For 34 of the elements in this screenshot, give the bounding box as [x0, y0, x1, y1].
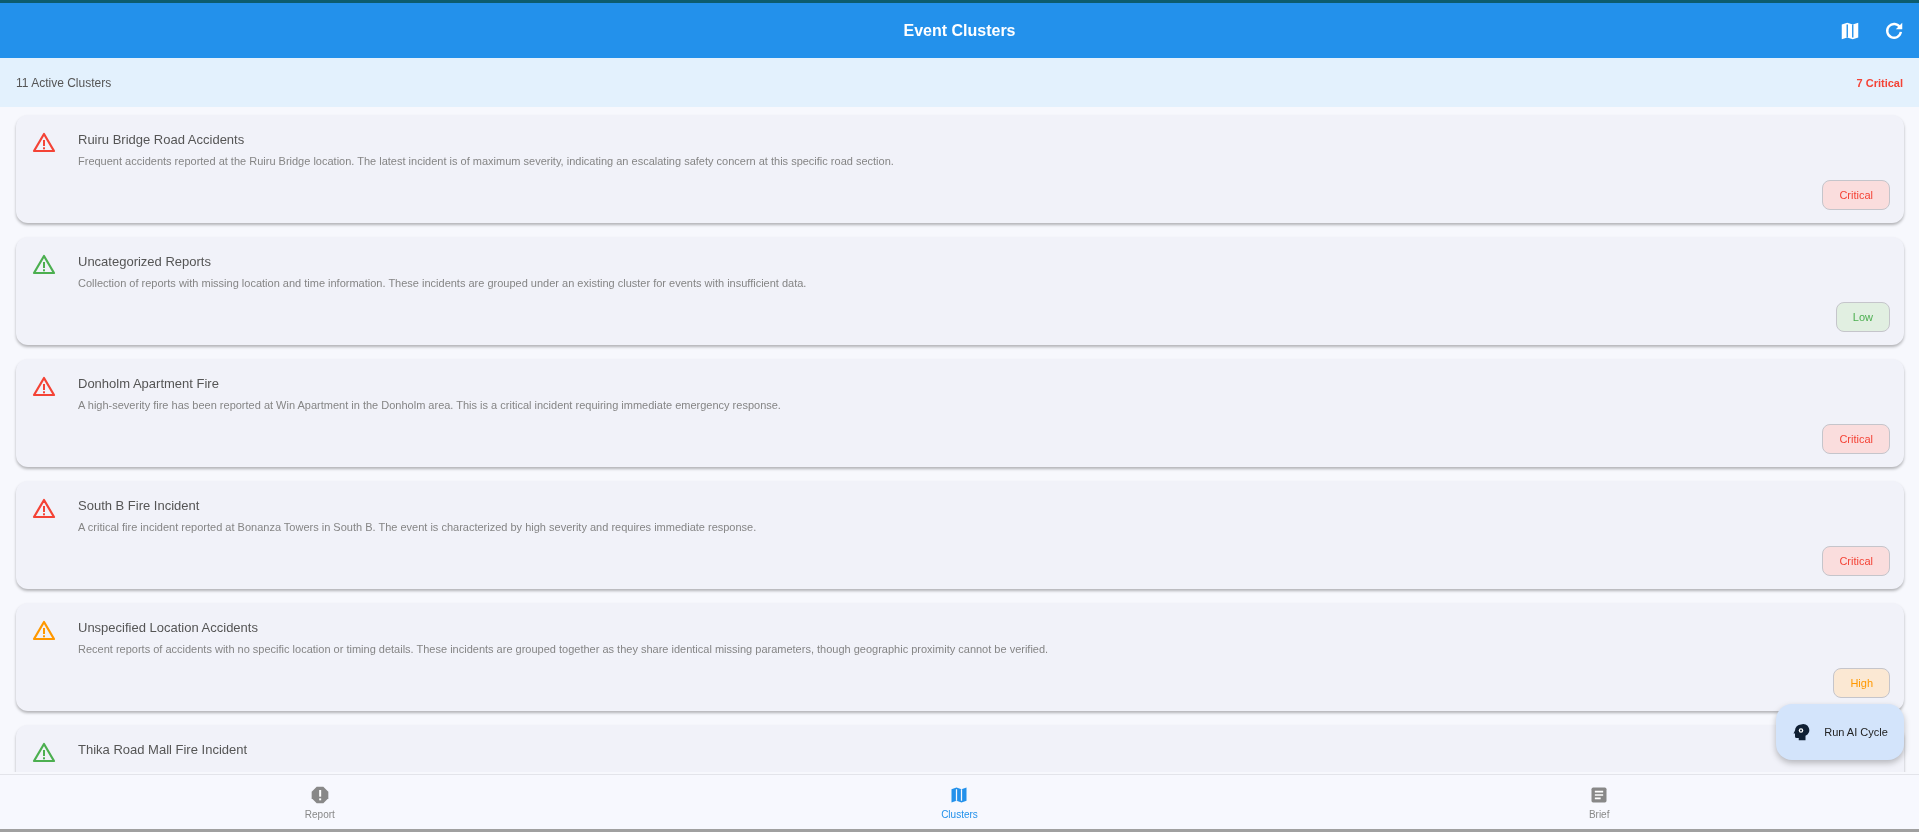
nav-tab[interactable]: Report — [0, 775, 640, 829]
active-count: 11 Active Clusters — [16, 75, 112, 90]
app-title: Event Clusters — [903, 21, 1016, 40]
cluster-title: Ruiru Bridge Road Accidents — [78, 132, 246, 147]
critical-count: 7 Critical — [1856, 76, 1903, 89]
warning-icon — [32, 497, 56, 521]
severity-chip[interactable]: Critical — [1822, 180, 1890, 210]
head-gear-icon — [1792, 723, 1811, 741]
severity-chip[interactable]: Critical — [1822, 546, 1890, 576]
cluster-title: Thika Road Mall Fire Incident — [78, 742, 249, 757]
cluster-description: Frequent accidents reported at the Ruiru Bridge location. The latest incident is of maximum severity, indicating an escalating safety concern at this specific road section. — [78, 155, 895, 167]
warning-icon — [32, 741, 56, 765]
severity-chip[interactable]: Low — [1835, 302, 1890, 332]
nav-tab[interactable]: Clusters — [639, 775, 1280, 829]
cluster-description: A critical fire incident reported at Bonanza Towers in South B. The event is characterized by high severity and requires immediate response. — [78, 521, 758, 533]
cluster-title: Donholm Apartment Fire — [78, 376, 220, 391]
run-ai-cycle-button[interactable]: Run AI Cycle — [1776, 704, 1904, 760]
warning-icon — [32, 253, 56, 277]
warning-icon — [32, 131, 56, 155]
warning-icon — [32, 619, 56, 643]
alert-icon — [309, 784, 330, 805]
nav-tab[interactable]: Brief — [1279, 775, 1919, 829]
cluster-card[interactable]: Uncategorized Reports Collection of reports with missing location and time information. These incidents are grouped under an existing cluster for events with insufficient data. Low — [16, 237, 1904, 345]
cluster-card[interactable]: Donholm Apartment Fire A high-severity fire has been reported at Win Apartment in the Donholm area. This is a critical incident requiring immediate emergency response. Critical — [16, 359, 1904, 467]
warning-icon — [32, 375, 56, 399]
cluster-card[interactable]: South B Fire Incident A critical fire incident reported at Bonanza Towers in South B. The event is characterized by high severity and requires immediate response. Critical — [16, 481, 1904, 589]
cluster-description: Recent reports of accidents with no specific location or timing details. These incidents are grouped together as they share identical missing parameters, though geographic proximity cannot be verified. — [78, 643, 1050, 655]
cluster-title: Uncategorized Reports — [78, 254, 212, 269]
cluster-description: Collection of reports with missing location and time information. These incidents are grouped under an existing cluster for events with insufficient data. — [78, 277, 808, 289]
severity-chip[interactable]: High — [1833, 668, 1890, 698]
cluster-title: Unspecified Location Accidents — [78, 620, 259, 635]
severity-chip[interactable]: Critical — [1822, 424, 1890, 454]
cluster-description: A high-severity fire has been reported at Win Apartment in the Donholm area. This is a critical incident requiring immediate emergency response. — [78, 399, 782, 411]
cluster-title: South B Fire Incident — [78, 498, 201, 513]
